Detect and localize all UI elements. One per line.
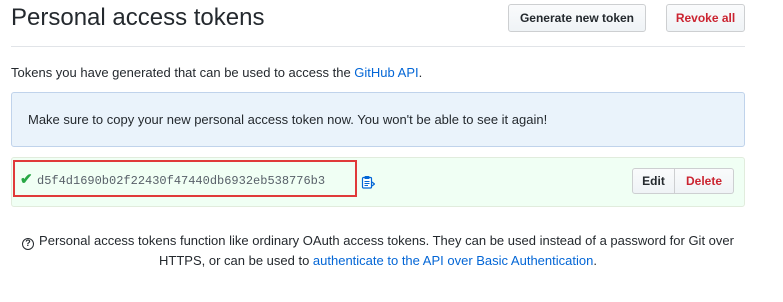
question-icon: ?: [22, 238, 35, 250]
delete-token-button[interactable]: Delete: [675, 168, 734, 194]
token-value[interactable]: d5f4d1690b02f22430f47440db6932eb538776b3: [37, 174, 325, 188]
edit-token-button[interactable]: Edit: [632, 168, 675, 194]
page-header: Personal access tokens Generate new toke…: [11, 0, 745, 47]
intro-text: Tokens you have generated that can be us…: [11, 65, 422, 80]
page-title: Personal access tokens: [11, 4, 265, 31]
note-suffix: .: [593, 253, 597, 268]
clipboard-icon[interactable]: [361, 175, 375, 189]
revoke-all-button[interactable]: Revoke all: [666, 4, 745, 32]
flash-notice: Make sure to copy your new personal acce…: [11, 92, 745, 147]
token-actions: Edit Delete: [632, 168, 734, 194]
intro-suffix: .: [418, 65, 423, 80]
generate-new-token-button[interactable]: Generate new token: [508, 4, 646, 32]
github-api-link[interactable]: GitHub API: [354, 65, 418, 80]
help-note: ? Personal access tokens function like or…: [19, 231, 737, 271]
basic-auth-link[interactable]: authenticate to the API over Basic Authe…: [313, 253, 593, 268]
check-icon: ✔: [20, 171, 33, 188]
flash-message: Make sure to copy your new personal acce…: [28, 112, 548, 127]
intro-label: Tokens you have generated that can be us…: [11, 65, 355, 80]
